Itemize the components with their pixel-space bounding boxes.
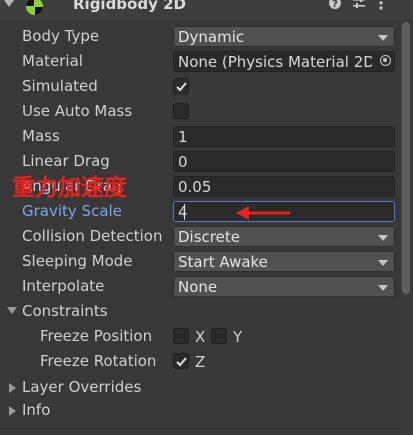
collision-detection-label: Collision Detection: [22, 227, 163, 245]
material-row: Material None (Physics Material 2D): [0, 50, 413, 75]
angular-drag-value: 0.05: [178, 178, 212, 196]
freeze-rotation-z-label: Z: [195, 353, 206, 371]
collision-detection-row: Collision Detection Discrete: [0, 225, 413, 250]
use-auto-mass-checkbox[interactable]: [173, 103, 189, 119]
freeze-position-y-label: Y: [233, 328, 243, 346]
freeze-position-x-label: X: [195, 328, 206, 346]
body-type-row: Body Type Dynamic: [0, 25, 413, 50]
object-picker-icon[interactable]: [380, 55, 391, 66]
body-type-dropdown[interactable]: Dynamic: [173, 26, 395, 47]
foldout-down-icon[interactable]: [3, 0, 15, 12]
simulated-row: Simulated: [0, 75, 413, 100]
mass-label: Mass: [22, 127, 60, 145]
gravity-scale-row: Gravity Scale 4: [0, 200, 413, 225]
more-icon[interactable]: [378, 0, 384, 15]
svg-text:?: ?: [332, 0, 338, 10]
mass-value: 1: [178, 128, 188, 146]
freeze-rotation-label: Freeze Rotation: [40, 352, 157, 370]
annotation-text: 重力加速度: [12, 175, 127, 201]
body-type-label: Body Type: [22, 27, 100, 45]
preset-icon[interactable]: [352, 0, 366, 15]
constraints-foldout[interactable]: Constraints: [0, 300, 413, 325]
help-icon[interactable]: ?: [328, 0, 342, 15]
constraints-label: Constraints: [22, 302, 108, 320]
annotation-arrow-icon: [236, 206, 290, 220]
mass-row: Mass 1: [0, 125, 413, 150]
checkmark-icon: [176, 82, 187, 92]
rigidbody2d-icon: [26, 0, 43, 15]
info-label: Info: [22, 401, 51, 419]
chevron-down-icon: [378, 260, 388, 266]
simulated-checkbox[interactable]: [173, 78, 189, 94]
freeze-rotation-z-checkbox[interactable]: [173, 353, 189, 369]
linear-drag-value: 0: [178, 153, 188, 171]
freeze-position-y-checkbox[interactable]: [211, 328, 227, 344]
foldout-right-icon[interactable]: [9, 383, 16, 393]
chevron-down-icon: [378, 35, 388, 41]
component-header[interactable]: Rigidbody 2D ?: [0, 0, 413, 20]
interpolate-dropdown[interactable]: None: [173, 276, 395, 297]
sleeping-mode-dropdown[interactable]: Start Awake: [173, 251, 395, 272]
text-cursor: [184, 204, 185, 220]
foldout-down-icon[interactable]: [7, 307, 17, 314]
chevron-down-icon: [378, 235, 388, 241]
collision-detection-dropdown[interactable]: Discrete: [173, 226, 395, 247]
sleeping-mode-row: Sleeping Mode Start Awake: [0, 250, 413, 275]
simulated-label: Simulated: [22, 77, 98, 95]
angular-drag-input[interactable]: 0.05: [173, 176, 395, 197]
checkmark-icon: [176, 357, 187, 367]
collision-detection-value: Discrete: [178, 228, 240, 246]
divider: [0, 428, 413, 429]
freeze-position-row: Freeze Position X Y: [0, 325, 413, 350]
foldout-right-icon[interactable]: [9, 406, 16, 416]
use-auto-mass-row: Use Auto Mass: [0, 100, 413, 125]
linear-drag-input[interactable]: 0: [173, 151, 395, 172]
material-value: None (Physics Material 2D): [178, 53, 372, 71]
freeze-position-label: Freeze Position: [40, 327, 153, 345]
component-title: Rigidbody 2D: [73, 0, 186, 13]
layer-overrides-label: Layer Overrides: [22, 378, 142, 396]
sleeping-mode-value: Start Awake: [178, 253, 268, 271]
interpolate-row: Interpolate None: [0, 275, 413, 300]
mass-input[interactable]: 1: [173, 126, 395, 147]
gravity-scale-label: Gravity Scale: [22, 202, 122, 220]
chevron-down-icon: [378, 285, 388, 291]
interpolate-value: None: [178, 278, 218, 296]
freeze-rotation-row: Freeze Rotation Z: [0, 350, 413, 375]
freeze-position-x-checkbox[interactable]: [173, 328, 189, 344]
body-type-value: Dynamic: [178, 28, 245, 46]
use-auto-mass-label: Use Auto Mass: [22, 102, 133, 120]
sleeping-mode-label: Sleeping Mode: [22, 252, 133, 270]
info-foldout[interactable]: Info: [0, 399, 413, 424]
layer-overrides-foldout[interactable]: Layer Overrides: [0, 376, 413, 401]
material-label: Material: [22, 52, 83, 70]
material-field[interactable]: None (Physics Material 2D): [173, 51, 395, 72]
interpolate-label: Interpolate: [22, 277, 105, 295]
scrollbar-thumb[interactable]: [402, 22, 410, 294]
